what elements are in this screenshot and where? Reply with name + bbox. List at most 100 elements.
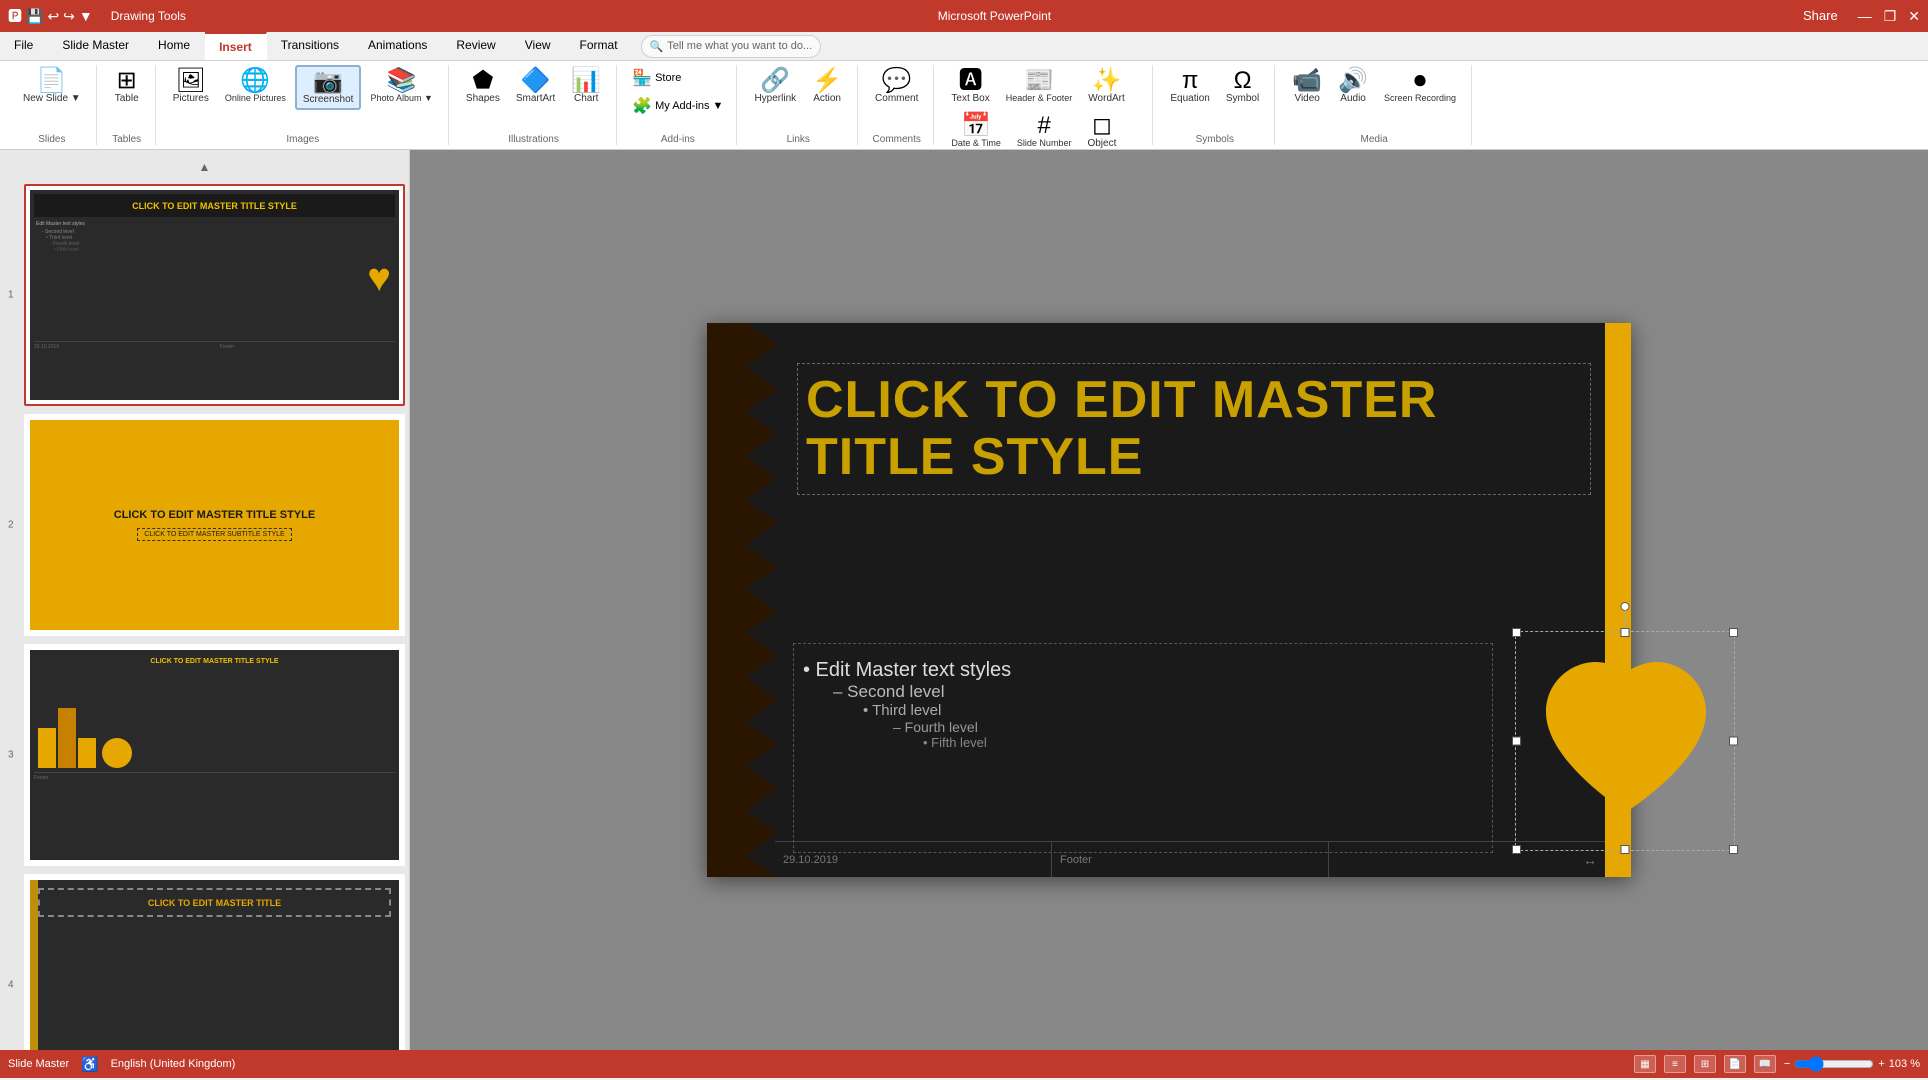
- video-button[interactable]: 📹 Video: [1285, 65, 1329, 108]
- tab-file[interactable]: File: [0, 32, 48, 60]
- object-button[interactable]: ◻ Object: [1080, 110, 1123, 153]
- ribbon-content: 📄 New Slide ▼ Slides ⊞ Table Tables 🖼 Pi: [0, 61, 1928, 149]
- slide-number-button[interactable]: # Slide Number: [1010, 110, 1079, 152]
- drawing-tools-label: Drawing Tools: [111, 9, 186, 23]
- new-slide-button[interactable]: 📄 New Slide ▼: [16, 65, 88, 108]
- ribbon-group-comments: 💬 Comment Comments: [860, 65, 934, 145]
- zoom-out-button[interactable]: −: [1784, 1058, 1790, 1070]
- store-button[interactable]: 🏪 Store: [627, 65, 686, 91]
- shapes-icon: ⬟: [472, 69, 493, 93]
- redo-button[interactable]: ↪: [63, 8, 75, 25]
- share-button[interactable]: Share: [1803, 8, 1838, 25]
- smartart-button[interactable]: 🔷 SmartArt: [509, 65, 562, 108]
- text-level-2: – Second level: [803, 682, 1483, 702]
- slide-number-2: 2: [8, 520, 14, 531]
- view-reading-button[interactable]: 📖: [1754, 1055, 1776, 1073]
- header-footer-button[interactable]: 📰 Header & Footer: [999, 65, 1080, 107]
- title-bar-center: Microsoft PowerPoint: [938, 7, 1051, 25]
- handle-tl[interactable]: [1512, 628, 1521, 637]
- quick-access-toolbar: 🅿 💾 ↩ ↪ ▼: [8, 6, 93, 26]
- date-time-icon: 📅: [961, 114, 991, 138]
- slide-master-status: Slide Master: [8, 1058, 69, 1070]
- title-bar-left: 🅿 💾 ↩ ↪ ▼ Drawing Tools: [8, 6, 186, 26]
- photo-album-button[interactable]: 📚 Photo Album ▼: [363, 65, 439, 107]
- comment-button[interactable]: 💬 Comment: [868, 65, 925, 108]
- symbol-button[interactable]: Ω Symbol: [1219, 65, 1266, 108]
- main-area[interactable]: CLICK TO EDIT MASTER TITLE STYLE • Edit …: [410, 150, 1928, 1050]
- tab-transitions[interactable]: Transitions: [267, 32, 354, 60]
- close-button[interactable]: ✕: [1908, 8, 1920, 25]
- customize-button[interactable]: ▼: [79, 8, 93, 24]
- view-outline-button[interactable]: ≡: [1664, 1055, 1686, 1073]
- ribbon-group-slides: 📄 New Slide ▼ Slides: [8, 65, 97, 145]
- view-normal-button[interactable]: ▦: [1634, 1055, 1656, 1073]
- save-button[interactable]: 💾: [26, 8, 43, 25]
- equation-icon: π: [1182, 69, 1199, 93]
- tables-group-label: Tables: [112, 134, 141, 145]
- thumb3-title: CLICK TO EDIT MASTER TITLE STYLE: [34, 654, 395, 668]
- title-bar: 🅿 💾 ↩ ↪ ▼ Drawing Tools Microsoft PowerP…: [0, 0, 1928, 32]
- handle-tc[interactable]: [1621, 628, 1630, 637]
- tell-me-input[interactable]: 🔍 Tell me what you want to do...: [641, 35, 822, 58]
- heart-container[interactable]: [1515, 631, 1735, 851]
- store-icon: 🏪: [632, 68, 652, 88]
- media-group-label: Media: [1361, 134, 1388, 145]
- handle-tr[interactable]: [1729, 628, 1738, 637]
- slide-thumb-4[interactable]: 4 CLICK TO EDIT MASTER TITLE: [24, 874, 405, 1050]
- thumb4-title: CLICK TO EDIT MASTER TITLE: [44, 894, 385, 911]
- slide-canvas[interactable]: CLICK TO EDIT MASTER TITLE STYLE • Edit …: [707, 323, 1631, 877]
- footer-text: Footer: [1052, 842, 1329, 877]
- restore-button[interactable]: ❐: [1884, 8, 1897, 25]
- screen-recording-button[interactable]: ⏺ Screen Recording: [1377, 65, 1463, 107]
- slide-panel[interactable]: ▲ 1 CLICK TO EDIT MASTER TITLE STYLE Edi…: [0, 150, 410, 1050]
- screenshot-button[interactable]: 📷 Screenshot: [295, 65, 362, 110]
- scroll-up-arrow[interactable]: ▲: [4, 158, 405, 176]
- tab-animations[interactable]: Animations: [354, 32, 442, 60]
- minimize-button[interactable]: —: [1858, 8, 1872, 25]
- hyperlink-button[interactable]: 🔗 Hyperlink: [747, 65, 803, 108]
- ribbon-group-addins: 🏪 Store 🧩 My Add-ins ▼ Add-ins: [619, 65, 737, 145]
- handle-br[interactable]: [1729, 845, 1738, 854]
- ribbon-group-illustrations: ⬟ Shapes 🔷 SmartArt 📊 Chart Illustration…: [451, 65, 617, 145]
- slide-thumb-3[interactable]: 3 CLICK TO EDIT MASTER TITLE STYLE Foote…: [24, 644, 405, 866]
- equation-button[interactable]: π Equation: [1163, 65, 1216, 108]
- tab-slide-master[interactable]: Slide Master: [48, 32, 144, 60]
- tab-insert[interactable]: Insert: [205, 32, 267, 60]
- undo-button[interactable]: ↩: [47, 8, 59, 25]
- screen-recording-icon: ⏺: [1414, 69, 1426, 93]
- accessibility-icon: ♿: [81, 1056, 98, 1073]
- pictures-button[interactable]: 🖼 Pictures: [166, 65, 216, 108]
- slide-thumb-2[interactable]: 2 CLICK TO EDIT MASTER TITLE STYLE CLICK…: [24, 414, 405, 636]
- slide-thumb-1[interactable]: 1 CLICK TO EDIT MASTER TITLE STYLE Edit …: [24, 184, 405, 406]
- thumb2-title: CLICK TO EDIT MASTER TITLE STYLE: [104, 509, 325, 522]
- table-button[interactable]: ⊞ Table: [107, 65, 147, 108]
- tab-review[interactable]: Review: [442, 32, 510, 60]
- language-status: English (United Kingdom): [111, 1058, 236, 1070]
- view-notes-button[interactable]: 📄: [1724, 1055, 1746, 1073]
- chart-button[interactable]: 📊 Chart: [564, 65, 608, 108]
- wordart-button[interactable]: ✨ WordArt: [1081, 65, 1132, 108]
- handle-bc[interactable]: [1621, 845, 1630, 854]
- canvas-title[interactable]: CLICK TO EDIT MASTER TITLE STYLE: [797, 363, 1591, 495]
- online-pictures-button[interactable]: 🌐 Online Pictures: [218, 65, 293, 107]
- canvas-text-area: • Edit Master text styles – Second level…: [803, 659, 1483, 750]
- audio-button[interactable]: 🔊 Audio: [1331, 65, 1375, 108]
- thumb2-subtitle: CLICK TO EDIT MASTER SUBTITLE STYLE: [137, 528, 291, 541]
- handle-ml[interactable]: [1512, 737, 1521, 746]
- action-button[interactable]: ⚡ Action: [805, 65, 849, 108]
- symbol-icon: Ω: [1234, 69, 1252, 93]
- tab-home[interactable]: Home: [144, 32, 205, 60]
- tab-format[interactable]: Format: [566, 32, 633, 60]
- zoom-slider[interactable]: [1794, 1056, 1874, 1072]
- text-box-button[interactable]: 🅰 Text Box: [944, 65, 996, 108]
- wordart-icon: ✨: [1092, 69, 1122, 93]
- shapes-button[interactable]: ⬟ Shapes: [459, 65, 507, 108]
- my-addins-button[interactable]: 🧩 My Add-ins ▼: [627, 93, 728, 119]
- view-slide-sorter-button[interactable]: ⊞: [1694, 1055, 1716, 1073]
- handle-mr[interactable]: [1729, 737, 1738, 746]
- ribbon-group-links: 🔗 Hyperlink ⚡ Action Links: [739, 65, 858, 145]
- tab-view[interactable]: View: [511, 32, 566, 60]
- date-time-button[interactable]: 📅 Date & Time: [944, 110, 1008, 152]
- zoom-in-button[interactable]: +: [1878, 1058, 1884, 1070]
- addins-group-label: Add-ins: [661, 134, 695, 145]
